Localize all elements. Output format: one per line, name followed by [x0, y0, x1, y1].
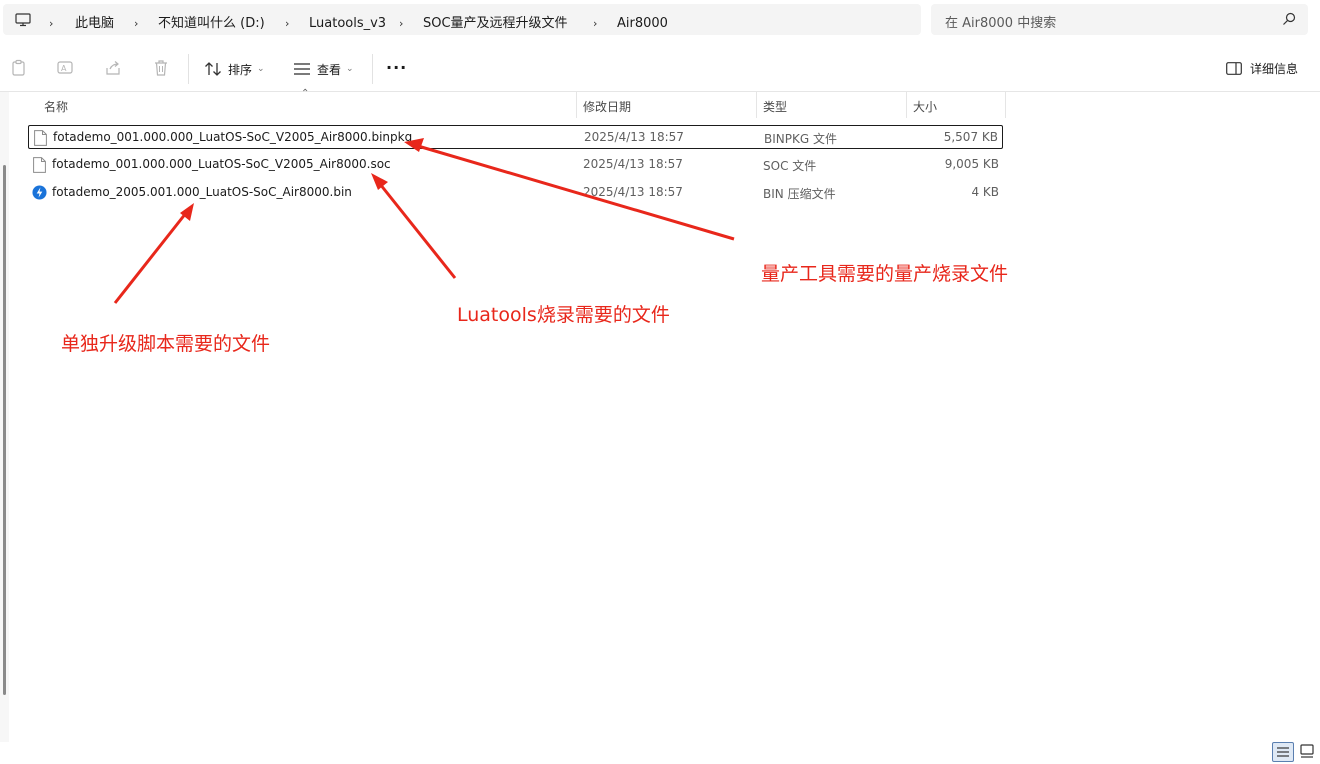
- column-header-size[interactable]: 大小: [913, 98, 937, 115]
- toolbar-divider: [188, 54, 189, 84]
- arrow-bin: [113, 203, 194, 304]
- binpkg-annotation: 量产工具需要的量产烧录文件: [761, 263, 1009, 285]
- toolbar-divider: [372, 54, 373, 84]
- view-button[interactable]: 查看 ⌄: [293, 58, 354, 80]
- file-name[interactable]: fotademo_2005.001.000_LuatOS-SoC_Air8000…: [52, 185, 352, 199]
- column-divider[interactable]: [756, 92, 757, 118]
- details-view-icon: [1277, 747, 1289, 757]
- bin-annotation: 单独升级脚本需要的文件: [61, 333, 271, 355]
- file-date: 2025/4/13 18:57: [584, 130, 684, 144]
- file-type: BINPKG 文件: [764, 132, 837, 146]
- file-icon: [34, 130, 47, 146]
- share-icon[interactable]: [104, 59, 122, 77]
- column-divider[interactable]: [576, 92, 577, 118]
- file-type: BIN 压缩文件: [763, 187, 836, 201]
- file-size: 9,005 KB: [944, 157, 999, 171]
- view-list-icon: [294, 63, 310, 75]
- chevron-right-icon[interactable]: ›: [593, 16, 597, 31]
- column-headers: 名称 修改日期 类型 大小: [9, 92, 1009, 118]
- chevron-down-icon: ⌄: [257, 64, 265, 74]
- status-bar: [0, 742, 1320, 764]
- file-name[interactable]: fotademo_001.000.000_LuatOS-SoC_V2005_Ai…: [52, 157, 391, 171]
- sort-label: 排序: [228, 62, 253, 77]
- breadcrumb-drive-d[interactable]: 不知道叫什么 (D:): [158, 16, 265, 31]
- delete-icon[interactable]: [152, 59, 170, 77]
- details-pane-icon: [1226, 62, 1242, 75]
- soc-annotation: Luatools烧录需要的文件: [457, 304, 670, 326]
- details-pane-button[interactable]: 详细信息: [1226, 60, 1298, 77]
- computer-icon[interactable]: [15, 13, 31, 27]
- details-view-toggle[interactable]: [1272, 742, 1294, 762]
- sort-button[interactable]: 排序 ⌄: [204, 58, 265, 80]
- file-name[interactable]: fotademo_001.000.000_LuatOS-SoC_V2005_Ai…: [53, 130, 412, 144]
- file-row[interactable]: fotademo_001.000.000_LuatOS-SoC_V2005_Ai…: [28, 125, 1003, 149]
- chevron-down-icon: ⌄: [346, 64, 354, 74]
- address-row: › 此电脑 › 不知道叫什么 (D:) › Luatools_v3 › SOC量…: [0, 0, 1320, 40]
- details-label: 详细信息: [1249, 62, 1298, 76]
- file-size: 4 KB: [971, 185, 999, 199]
- chevron-right-icon[interactable]: ›: [285, 16, 289, 31]
- chevron-right-icon[interactable]: ›: [49, 16, 53, 31]
- column-header-date[interactable]: 修改日期: [583, 98, 631, 115]
- file-size: 5,507 KB: [943, 130, 998, 144]
- more-options-button[interactable]: ···: [386, 58, 407, 77]
- search-icon[interactable]: [1282, 12, 1296, 26]
- address-bar[interactable]: › 此电脑 › 不知道叫什么 (D:) › Luatools_v3 › SOC量…: [3, 4, 921, 35]
- file-row[interactable]: fotademo_2005.001.000_LuatOS-SoC_Air8000…: [28, 181, 1003, 205]
- breadcrumb-this-pc[interactable]: 此电脑: [75, 16, 114, 31]
- large-icons-view-icon: [1300, 744, 1314, 758]
- column-header-name[interactable]: 名称: [44, 98, 68, 115]
- view-label: 查看: [317, 62, 342, 77]
- file-date: 2025/4/13 18:57: [583, 185, 683, 199]
- breadcrumb-soc-folder[interactable]: SOC量产及远程升级文件: [423, 16, 568, 31]
- column-divider[interactable]: [906, 92, 907, 118]
- file-type: SOC 文件: [763, 159, 817, 173]
- navigation-scrollbar[interactable]: [3, 165, 6, 695]
- chevron-right-icon[interactable]: ›: [399, 16, 403, 31]
- file-row[interactable]: fotademo_001.000.000_LuatOS-SoC_V2005_Ai…: [28, 153, 1003, 177]
- breadcrumb-luatools[interactable]: Luatools_v3: [309, 16, 386, 31]
- svg-text:A: A: [61, 64, 67, 73]
- bin-file-icon: [32, 185, 47, 200]
- large-icons-view-toggle[interactable]: [1297, 742, 1317, 762]
- column-header-type[interactable]: 类型: [763, 98, 787, 115]
- rename-icon[interactable]: A: [56, 59, 74, 77]
- command-bar: A 排序 ⌄ 查看 ⌄ ··· 详细信息: [0, 46, 1320, 92]
- sort-icon: [205, 62, 221, 76]
- paste-icon[interactable]: [10, 59, 28, 77]
- file-icon: [33, 157, 46, 173]
- breadcrumb-air8000[interactable]: Air8000: [617, 16, 668, 31]
- search-box[interactable]: 在 Air8000 中搜索: [931, 4, 1308, 35]
- file-date: 2025/4/13 18:57: [583, 157, 683, 171]
- search-input[interactable]: 在 Air8000 中搜索: [945, 12, 1056, 31]
- column-divider[interactable]: [1005, 92, 1006, 118]
- chevron-right-icon[interactable]: ›: [134, 16, 138, 31]
